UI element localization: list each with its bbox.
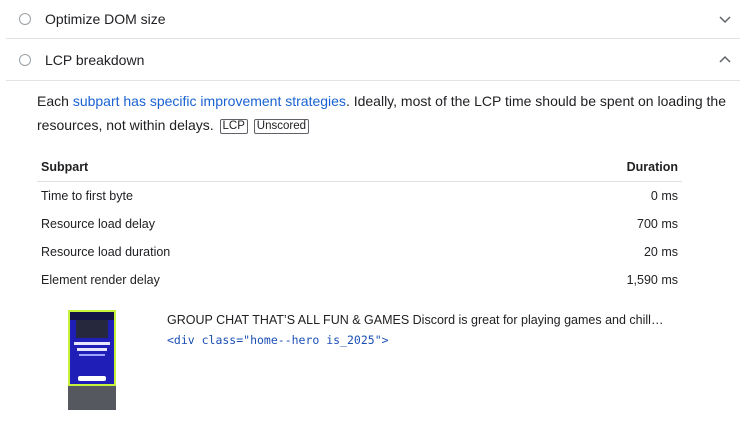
duration-column-header: Duration (626, 159, 678, 174)
lcp-breakdown-table: Subpart Duration Time to first byte 0 ms… (37, 152, 682, 294)
node-html-snippet[interactable]: <div class="home--hero is_2025"> (167, 333, 389, 347)
table-row: Element render delay 1,590 ms (37, 266, 682, 294)
subpart-column-header: Subpart (41, 159, 89, 174)
audit-optimize-dom-size[interactable]: Optimize DOM size (6, 0, 740, 37)
table-row: Resource load delay 700 ms (37, 210, 682, 238)
audit-title: Optimize DOM size (45, 10, 166, 27)
chevron-up-icon (719, 55, 731, 63)
thumbnail-text-line (77, 348, 107, 351)
subpart-cell: Time to first byte (41, 189, 133, 203)
audit-title: LCP breakdown (45, 52, 145, 68)
divider (6, 80, 740, 81)
node-text-snippet: GROUP CHAT THAT’S ALL FUN & GAMES Discor… (167, 313, 664, 327)
subpart-cell: Resource load delay (41, 217, 155, 231)
description-prefix: Each (37, 93, 73, 109)
thumbnail-image (76, 320, 108, 338)
duration-cell: 700 ms (637, 217, 678, 231)
subpart-cell: Element render delay (41, 273, 160, 287)
thumbnail-text-line (74, 342, 110, 345)
duration-cell: 1,590 ms (626, 273, 678, 287)
improvement-strategies-link[interactable]: subpart has specific improvement strateg… (73, 93, 346, 109)
lcp-element-node[interactable]: GROUP CHAT THAT’S ALL FUN & GAMES Discor… (68, 310, 668, 410)
subpart-cell: Resource load duration (41, 245, 171, 259)
lcp-tag: LCP (219, 119, 248, 134)
duration-cell: 0 ms (650, 189, 678, 203)
thumbnail-button (78, 376, 106, 381)
thumbnail-below-fold (68, 386, 116, 410)
audit-description: Each subpart has specific improvement st… (37, 89, 737, 137)
unscored-tag: Unscored (253, 119, 310, 134)
table-header: Subpart Duration (37, 152, 682, 182)
status-circle-icon (19, 12, 31, 25)
thumbnail-header (70, 312, 114, 320)
audit-lcp-breakdown[interactable]: LCP breakdown (6, 40, 740, 80)
duration-cell: 20 ms (643, 245, 678, 259)
status-circle-icon (19, 54, 31, 66)
thumbnail-text-line (79, 354, 105, 356)
table-row: Time to first byte 0 ms (37, 182, 682, 210)
table-row: Resource load duration 20 ms (37, 238, 682, 266)
divider (6, 38, 740, 39)
chevron-down-icon (719, 15, 731, 23)
element-screenshot-thumbnail[interactable] (68, 310, 116, 410)
